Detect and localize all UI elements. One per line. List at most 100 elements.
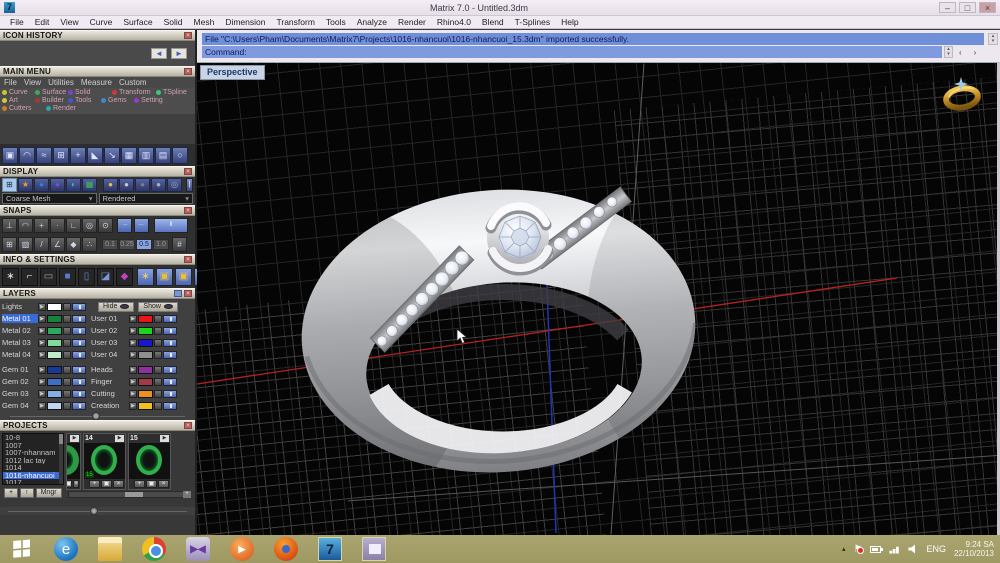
layer-expand-button[interactable]: ▶ <box>38 351 46 359</box>
menu-item[interactable]: Rhino4.0 <box>437 17 471 27</box>
menu-item[interactable]: Analyze <box>357 17 387 27</box>
snap-increment-button[interactable]: 1.0 <box>153 239 169 250</box>
layer-lock-icon[interactable] <box>63 327 71 335</box>
layer-lock-icon[interactable] <box>154 378 162 386</box>
panel-resize-handle[interactable] <box>2 412 193 420</box>
close-icon[interactable]: × <box>184 207 192 214</box>
layer-visibility-toggle[interactable] <box>72 327 86 335</box>
taskbar-app-icon[interactable] <box>12 539 31 560</box>
layer-color-swatch[interactable] <box>47 339 62 347</box>
layer-color-swatch[interactable] <box>47 366 62 374</box>
menu-item[interactable]: Edit <box>35 17 50 27</box>
layer-color-swatch[interactable] <box>47 402 62 410</box>
layer-color-swatch[interactable] <box>138 351 153 359</box>
maximize-button[interactable]: □ <box>959 2 976 13</box>
thumbnail-delete-button[interactable]: × <box>73 480 79 488</box>
project-list-item[interactable]: 10-8 <box>3 434 63 442</box>
layers-header[interactable]: LAYERS × <box>0 288 195 299</box>
taskbar-app-icon[interactable]: ▶ <box>230 537 254 561</box>
layer-visibility-toggle[interactable] <box>72 303 86 311</box>
action-center-flag-icon[interactable]: ⚑ <box>853 545 862 554</box>
layer-visibility-toggle[interactable] <box>163 327 177 335</box>
rendered-view-icon[interactable]: ◐ <box>66 178 81 192</box>
angle-snap-icon[interactable]: ∠ <box>50 237 65 252</box>
thumbnail-zoom-button[interactable]: + <box>183 491 191 498</box>
main-menu-category[interactable]: Setting <box>134 97 163 104</box>
wire-material-icon[interactable]: ◎ <box>167 178 182 192</box>
layer-color-swatch[interactable] <box>138 327 153 335</box>
menu-item[interactable]: Tools <box>326 17 346 27</box>
menu-item[interactable]: File <box>10 17 24 27</box>
viewport-tab[interactable]: Perspective <box>200 65 265 80</box>
layer-expand-button[interactable]: ▶ <box>129 339 137 347</box>
layer-visibility-toggle[interactable] <box>72 378 86 386</box>
main-menu-category[interactable]: Surface <box>35 89 64 96</box>
project-icon[interactable]: ↘ <box>104 147 120 164</box>
snap-point-icon[interactable]: · <box>50 218 65 233</box>
layer-lock-icon[interactable] <box>154 339 162 347</box>
layer-name[interactable]: Metal 02 <box>2 326 38 335</box>
layer-color-swatch[interactable] <box>138 402 153 410</box>
render-mode-dropdown[interactable]: Rendered▾ <box>99 193 194 204</box>
layer-expand-button[interactable]: ▶ <box>38 315 46 323</box>
language-indicator[interactable]: ENG <box>926 544 946 554</box>
slab-icon[interactable]: ▯ <box>78 268 95 286</box>
layer-lock-icon[interactable] <box>154 327 162 335</box>
menu-item[interactable]: Dimension <box>225 17 265 27</box>
layer-color-swatch[interactable] <box>47 378 62 386</box>
tray-expand-icon[interactable]: ▴ <box>842 545 846 554</box>
project-add-button[interactable]: + <box>4 488 18 498</box>
menu-item[interactable]: View <box>60 17 78 27</box>
layer-expand-button[interactable]: ▶ <box>129 402 137 410</box>
layer-name[interactable]: Metal 03 <box>2 338 38 347</box>
layer-expand-button[interactable]: ▶ <box>38 327 46 335</box>
info-settings-header[interactable]: INFO & SETTINGS × <box>0 254 195 265</box>
snap-center-icon[interactable]: ◎ <box>82 218 97 233</box>
main-menu-header[interactable]: MAIN MENU × <box>0 66 195 77</box>
layer-expand-button[interactable]: ▶ <box>129 327 137 335</box>
thumbnail-expand-button[interactable]: ▶ <box>70 435 79 442</box>
project-thumbnail[interactable]: ▶ + ▣ × <box>66 433 81 490</box>
main-menu-category[interactable]: Tools <box>68 97 97 104</box>
export-icon[interactable]: ▤ <box>155 147 171 164</box>
main-menu-tab[interactable]: File <box>4 78 17 87</box>
main-menu-category[interactable]: Solid <box>68 89 108 96</box>
main-menu-tab[interactable]: View <box>24 78 41 87</box>
layer-expand-button[interactable]: ▶ <box>129 378 137 386</box>
layer-name[interactable]: Heads <box>91 365 129 374</box>
settings-gears-icon[interactable]: ∗ <box>2 268 19 286</box>
project-list[interactable]: 10-810071007-nhannam1012 lac tay10141016… <box>2 433 64 485</box>
layer-visibility-toggle[interactable] <box>163 366 177 374</box>
layer-name[interactable]: Finger <box>91 377 129 386</box>
layer-color-swatch[interactable] <box>138 378 153 386</box>
layer-lock-icon[interactable] <box>63 378 71 386</box>
show-button[interactable]: Show <box>138 302 178 312</box>
layer-lock-icon[interactable] <box>154 366 162 374</box>
layer-expand-button[interactable]: ▶ <box>129 351 137 359</box>
snap-end-toggle[interactable]: –· <box>134 218 149 233</box>
layer-expand-button[interactable]: ▶ <box>38 378 46 386</box>
folder-out-icon[interactable]: ▣ <box>175 268 192 286</box>
grid-snap-icon[interactable]: ⊞ <box>2 237 17 252</box>
dark-material-icon[interactable]: ● <box>135 178 150 192</box>
main-menu-category[interactable]: Builder <box>35 97 64 104</box>
snap-ortho-button[interactable]: ‖ <box>154 218 188 233</box>
command-input[interactable]: Command: <box>202 46 942 58</box>
close-icon[interactable]: × <box>184 168 192 175</box>
thumbnail-render-button[interactable]: ▣ <box>66 480 72 488</box>
rebuild-curve-icon[interactable]: ≈ <box>36 147 52 164</box>
drag-knob-icon[interactable] <box>92 412 100 420</box>
fillet-corner-icon[interactable]: ◣ <box>87 147 103 164</box>
snap-increment-button[interactable]: 0.5 <box>136 239 152 250</box>
project-list-item[interactable]: 1016-nhancuoi <box>3 472 63 480</box>
extrude-icon[interactable]: ⊞ <box>53 147 69 164</box>
gem-info-icon[interactable]: ◆ <box>116 268 133 286</box>
move-icon[interactable]: + <box>70 147 86 164</box>
snap-increment-button[interactable]: 0.25 <box>119 239 135 250</box>
layer-expand-button[interactable]: ▶ <box>129 366 137 374</box>
thumbnail-render-button[interactable]: ▣ <box>101 480 112 488</box>
volume-icon[interactable] <box>908 544 918 554</box>
project-manager-button[interactable]: Mngr <box>36 488 62 498</box>
snap-near-icon[interactable]: ∟ <box>66 218 81 233</box>
layer-lock-icon[interactable] <box>154 402 162 410</box>
